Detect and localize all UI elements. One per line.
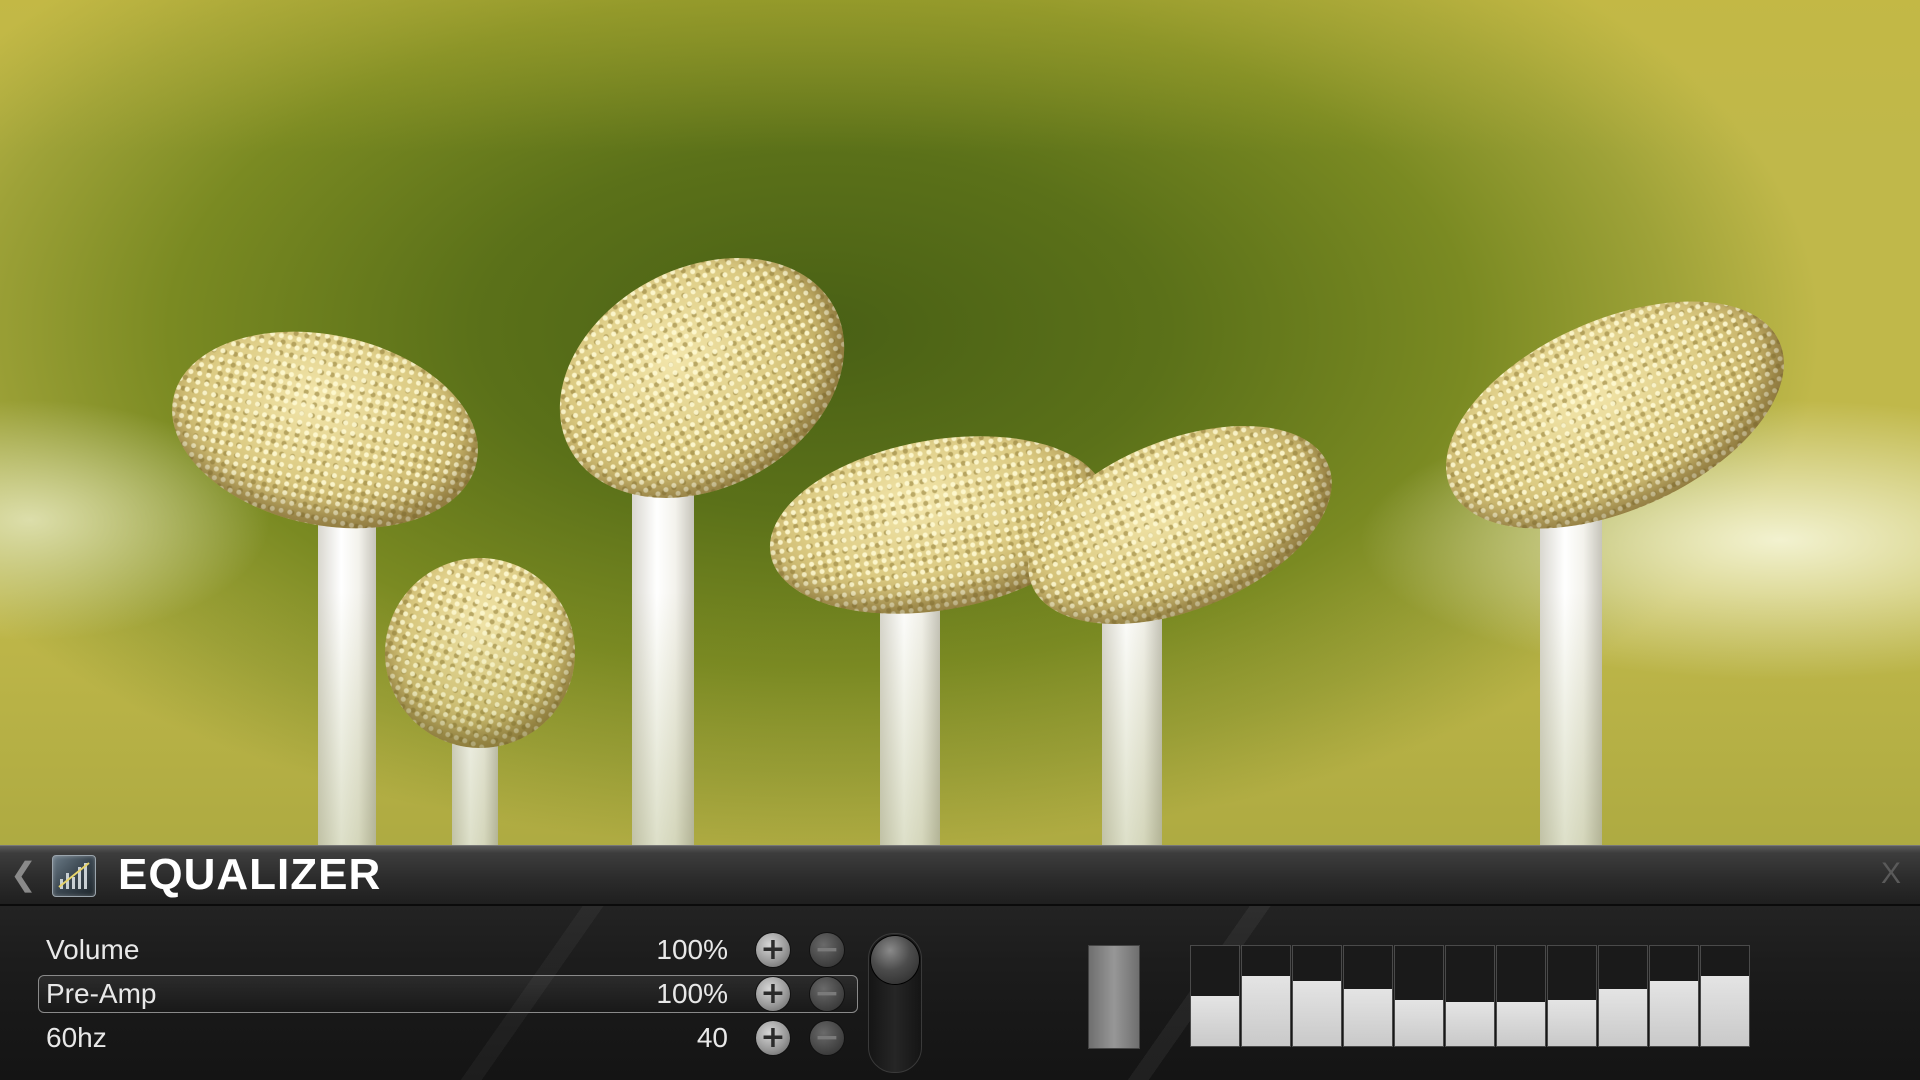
band-meter xyxy=(1241,945,1291,1047)
band-meter xyxy=(1292,945,1342,1047)
photo-vignette xyxy=(0,0,1920,845)
equalizer-panel: ❮ EQUALIZER X Volume 100% + − Pre-Amp 10… xyxy=(0,845,1920,1080)
band-meter-fill xyxy=(1344,989,1392,1046)
band-meter-fill xyxy=(1650,981,1698,1046)
row-value: 40 xyxy=(696,1022,728,1053)
selection-highlight xyxy=(38,975,858,1013)
close-icon[interactable]: X xyxy=(1876,858,1906,890)
background-photo xyxy=(0,0,1920,845)
band-meter xyxy=(1700,945,1750,1047)
band-meter-fill xyxy=(1395,1000,1443,1046)
equalizer-icon xyxy=(52,855,96,897)
chevron-left-icon[interactable]: ❮ xyxy=(10,856,37,892)
row-value: 100% xyxy=(656,978,728,1009)
band-meter-fill xyxy=(1293,981,1341,1046)
plus-icon[interactable]: + xyxy=(756,977,790,1011)
band-meter-fill xyxy=(1446,1002,1494,1046)
band-meter xyxy=(1343,945,1393,1047)
setting-row-60hz[interactable]: 60hz 40 + − xyxy=(38,1019,858,1057)
minus-icon[interactable]: − xyxy=(810,933,844,967)
band-meter xyxy=(1190,945,1240,1047)
band-meter-fill xyxy=(1242,976,1290,1046)
band-meter-fill xyxy=(1701,976,1749,1046)
band-meter xyxy=(1445,945,1495,1047)
row-label: Pre-Amp xyxy=(46,978,157,1009)
minus-icon[interactable]: − xyxy=(810,1021,844,1055)
band-meter-fill xyxy=(1599,989,1647,1046)
settings-scrollbar[interactable] xyxy=(868,933,922,1073)
plus-icon[interactable]: + xyxy=(756,1021,790,1055)
band-meter xyxy=(1649,945,1699,1047)
band-meter-fill xyxy=(1548,1000,1596,1046)
minus-icon[interactable]: − xyxy=(810,977,844,1011)
panel-titlebar: ❮ EQUALIZER X xyxy=(0,845,1920,906)
band-meter xyxy=(1496,945,1546,1047)
band-meter xyxy=(1598,945,1648,1047)
preamp-level-fill xyxy=(1089,946,1139,1048)
setting-row-preamp[interactable]: Pre-Amp 100% + − xyxy=(38,975,858,1013)
row-value: 100% xyxy=(656,934,728,965)
setting-row-volume[interactable]: Volume 100% + − xyxy=(38,931,858,969)
band-meter-fill xyxy=(1497,1002,1545,1046)
band-meter-fill xyxy=(1191,996,1239,1046)
band-meter xyxy=(1547,945,1597,1047)
plus-icon[interactable]: + xyxy=(756,933,790,967)
band-meter xyxy=(1394,945,1444,1047)
preamp-level-meter xyxy=(1088,945,1140,1049)
row-label: 60hz xyxy=(46,1022,107,1053)
panel-title: EQUALIZER xyxy=(118,850,382,899)
row-label: Volume xyxy=(46,934,140,965)
scrollbar-thumb[interactable] xyxy=(871,936,919,984)
